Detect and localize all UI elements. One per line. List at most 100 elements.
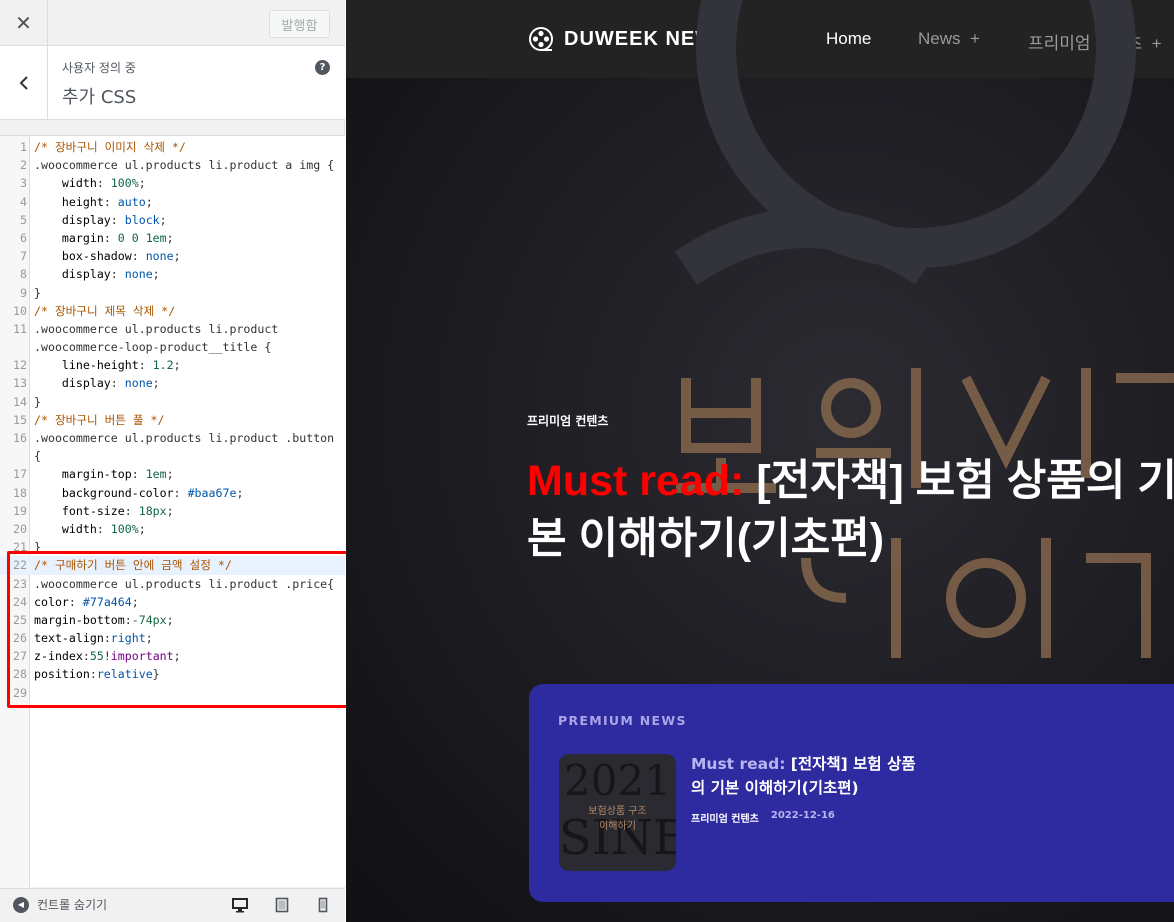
code-text: .woocommerce ul.products li.product .but… [34,429,334,447]
card-kicker: PREMIUM NEWS [558,713,687,728]
code-token: background-color [34,485,174,500]
code-token: : [103,194,118,209]
code-line[interactable]: 5 display: block; [0,211,345,229]
line-number: 14 [13,394,27,409]
code-token: none [145,249,174,264]
thumb-year: 2021 [564,756,671,805]
code-line[interactable]: 19 font-size: 18px; [0,502,345,520]
code-text: /* 장바구니 이미지 삭제 */ [34,138,186,156]
line-number: 5 [20,212,27,227]
help-icon[interactable]: ? [315,60,330,75]
code-line[interactable]: 15 /* 장바구니 버튼 풀 */ [0,411,345,429]
thumb-line1: 보험상품 구조 [588,806,647,817]
code-text: .woocommerce ul.products li.product a im… [34,156,334,174]
code-token: { [34,449,41,464]
screen: ✕ 발행함 사용자 정의 중 추가 CSS ? 1 /* 장바구니 이미지 삭제 … [0,0,1174,922]
hero-section: 프리미엄 컨텐츠 Must read: [전자책] 보험 상품의 기 본 이해하… [346,0,1174,922]
code-text: box-shadow: none; [34,247,181,265]
code-token: auto [117,194,146,209]
code-line[interactable]: 8 display: none; [0,265,345,283]
code-token: : [110,212,125,227]
film-reel-logo-icon [529,27,553,51]
code-line[interactable]: 10 /* 장바구니 제목 삭제 */ [0,302,345,320]
code-text: .woocommerce ul.products li.product [34,320,278,338]
code-line[interactable]: 11 .woocommerce ul.products li.product [0,320,345,338]
code-line[interactable]: 16 .woocommerce ul.products li.product .b… [0,429,345,447]
css-code-editor[interactable]: 1 /* 장바구니 이미지 삭제 */ 2 .woocommerce ul.produ… [0,135,345,888]
desktop-icon[interactable] [232,897,248,913]
close-icon: ✕ [15,11,32,35]
code-line[interactable]: 4 height: auto; [0,193,345,211]
hero-category[interactable]: 프리미엄 컨텐츠 [527,412,608,429]
code-line[interactable]: 18 background-color: #baa67e; [0,484,345,502]
code-token: width [34,176,97,191]
line-number: 12 [13,358,27,373]
code-line[interactable]: 20 width: 100%; [0,520,345,538]
line-number: 7 [20,249,27,264]
line-number: 18 [13,485,27,500]
code-text: /* 장바구니 제목 삭제 */ [34,302,175,320]
code-text: } [34,393,41,411]
code-text: background-color: #baa67e; [34,484,244,502]
code-line[interactable]: 13 display: none; [0,374,345,392]
site-preview: DUWEEK NEWS Home News + 프리미엄 콘텐츠 + 프리미엄 … [346,0,1174,922]
highlight-annotation-box [7,551,353,708]
close-button[interactable]: ✕ [0,0,48,46]
card-category[interactable]: 프리미엄 컨텐츠 [691,810,759,825]
code-token: ; [138,176,146,191]
code-token: ; [166,230,174,245]
code-line[interactable]: 1 /* 장바구니 이미지 삭제 */ [0,138,345,156]
line-number: 4 [20,194,27,209]
line-number: 1 [20,140,27,154]
line-number: 13 [13,376,27,391]
card-must-read-label: Must read: [691,755,786,773]
line-number: 2 [20,158,27,173]
code-token: 100% [110,176,139,191]
code-token: display [34,376,111,391]
code-token: ; [166,467,174,482]
code-token: 18px [138,503,167,518]
customizer-footer: ◀ 컨트롤 숨기기 [0,888,345,922]
code-line[interactable]: 7 box-shadow: none; [0,247,345,265]
card-post-title[interactable]: Must read: [전자책] 보험 상품의 기본 이해하기(기초편) [691,752,921,800]
code-token: /* 장바구니 이미지 삭제 */ [34,140,186,154]
code-token: line-height [34,358,139,373]
code-line[interactable]: 2 .woocommerce ul.products li.product a i… [0,156,345,174]
code-line[interactable]: 14} [0,393,345,411]
chevron-left-icon [19,75,28,90]
code-text: width: 100%; [34,520,146,538]
hero-title-line1: [전자책] 보험 상품의 기 [744,457,1174,505]
code-token: ; [145,194,153,209]
code-line[interactable]: { [0,447,345,465]
premium-news-card: PREMIUM NEWS 2021 SINE 보험상품 구조 이해하기 Must… [529,684,1174,902]
card-meta: 프리미엄 컨텐츠 2022-12-16 [691,810,835,825]
code-token: : [96,176,111,191]
code-line[interactable]: 6 margin: 0 0 1em; [0,229,345,247]
code-token: width [34,521,97,536]
hero-headline[interactable]: Must read: [전자책] 보험 상품의 기 본 이해하기(기초편) [527,452,1174,568]
code-line[interactable]: 9} [0,284,345,302]
line-number: 19 [13,503,27,518]
code-line[interactable]: .woocommerce-loop-product__title { [0,338,345,356]
code-text: margin: 0 0 1em; [34,229,174,247]
code-token: : [173,485,188,500]
mobile-icon[interactable] [315,897,331,913]
code-token: : [110,267,125,282]
code-text: { [34,447,41,465]
hide-controls-button[interactable]: ◀ 컨트롤 숨기기 [13,896,107,913]
code-token: ; [236,485,244,500]
tablet-icon[interactable] [274,897,290,913]
code-line[interactable]: 3 width: 100%; [0,174,345,192]
line-number: 20 [13,521,27,536]
code-line[interactable]: 17 margin-top: 1em; [0,465,345,483]
code-token: : [96,521,111,536]
code-text: display: none; [34,374,160,392]
code-token: : [138,358,153,373]
code-token: : [110,376,125,391]
publish-button[interactable]: 발행함 [269,10,330,38]
code-line[interactable]: 12 line-height: 1.2; [0,356,345,374]
post-thumbnail[interactable]: 2021 SINE 보험상품 구조 이해하기 [559,754,676,871]
back-button[interactable] [0,46,48,119]
line-number: 16 [13,431,27,445]
code-token: box-shadow [34,249,132,264]
